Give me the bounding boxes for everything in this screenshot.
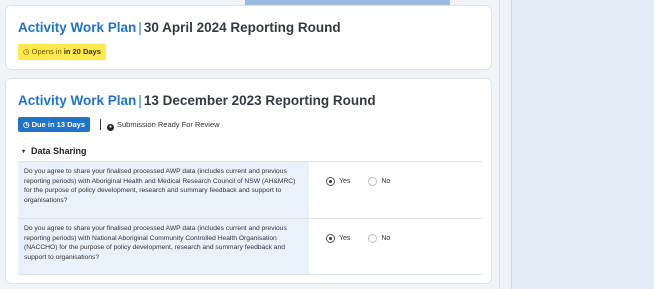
round-title-prefix: Activity Work Plan bbox=[18, 93, 137, 108]
title-separator: | bbox=[138, 93, 142, 108]
radio-yes-label: Yes bbox=[339, 178, 351, 185]
radio-no-label: No bbox=[381, 178, 391, 185]
consent-radio-group: Yes No bbox=[326, 177, 406, 186]
main-content-pane: Activity Work Plan | 30 April 2024 Reporti… bbox=[0, 0, 500, 289]
round-title: Activity Work Plan | 13 December 2023 Repo… bbox=[18, 93, 376, 108]
clock-icon: ◷ bbox=[23, 47, 30, 56]
consent-radio-group: Yes No bbox=[326, 234, 406, 243]
question-row-ahmrc: Do you agree to share your finalised pro… bbox=[18, 161, 483, 218]
section-title: Data Sharing bbox=[31, 146, 87, 156]
round-title-prefix: Activity Work Plan bbox=[18, 20, 137, 35]
question-row-naccho: Do you agree to share your finalised pro… bbox=[18, 218, 483, 275]
radio-unchecked-icon[interactable] bbox=[368, 177, 378, 186]
due-in-badge: ◷ Due in 13 Days bbox=[18, 117, 90, 132]
radio-yes[interactable]: Yes bbox=[326, 234, 350, 243]
right-side-panel bbox=[511, 0, 654, 289]
round-title-name: 13 December 2023 Reporting Round bbox=[143, 93, 376, 108]
chevron-down-icon: ▾ bbox=[22, 149, 26, 155]
round-title-name: 30 April 2024 Reporting Round bbox=[143, 20, 341, 35]
due-in-label: Due in 13 Days bbox=[31, 120, 85, 129]
opens-in-badge: ◷ Opens in in 20 Days bbox=[18, 44, 106, 60]
title-separator: | bbox=[138, 20, 142, 35]
radio-no[interactable]: No bbox=[368, 234, 390, 243]
question-text: Do you agree to share your finalised pro… bbox=[18, 162, 309, 218]
reporting-round-card-april-2024: Activity Work Plan | 30 April 2024 Reporti… bbox=[5, 5, 492, 70]
opens-in-label: Opens in bbox=[31, 47, 62, 56]
round-title: Activity Work Plan | 30 April 2024 Reporti… bbox=[18, 20, 341, 35]
reporting-round-card-december-2023: Activity Work Plan | 13 December 2023 Repo… bbox=[5, 78, 492, 284]
page: Activity Work Plan | 30 April 2024 Reporti… bbox=[0, 0, 654, 289]
data-sharing-section-toggle[interactable]: ▾ Data Sharing bbox=[22, 146, 87, 156]
clock-icon: ◷ bbox=[23, 120, 30, 129]
opens-in-days: in 20 Days bbox=[63, 47, 101, 56]
submission-status-label: Submission Ready For Review bbox=[117, 120, 220, 129]
radio-yes-label: Yes bbox=[339, 235, 351, 242]
radio-yes[interactable]: Yes bbox=[326, 177, 350, 186]
radio-no-label: No bbox=[381, 235, 391, 242]
submission-status: ● Submission Ready For Review bbox=[107, 119, 220, 131]
radio-no[interactable]: No bbox=[368, 177, 390, 186]
question-text: Do you agree to share your finalised pro… bbox=[18, 219, 309, 274]
info-dot-icon: ● bbox=[107, 124, 114, 131]
radio-unchecked-icon[interactable] bbox=[368, 234, 378, 243]
radio-checked-icon[interactable] bbox=[326, 234, 335, 243]
badge-divider bbox=[100, 119, 101, 130]
radio-checked-icon[interactable] bbox=[326, 177, 335, 186]
